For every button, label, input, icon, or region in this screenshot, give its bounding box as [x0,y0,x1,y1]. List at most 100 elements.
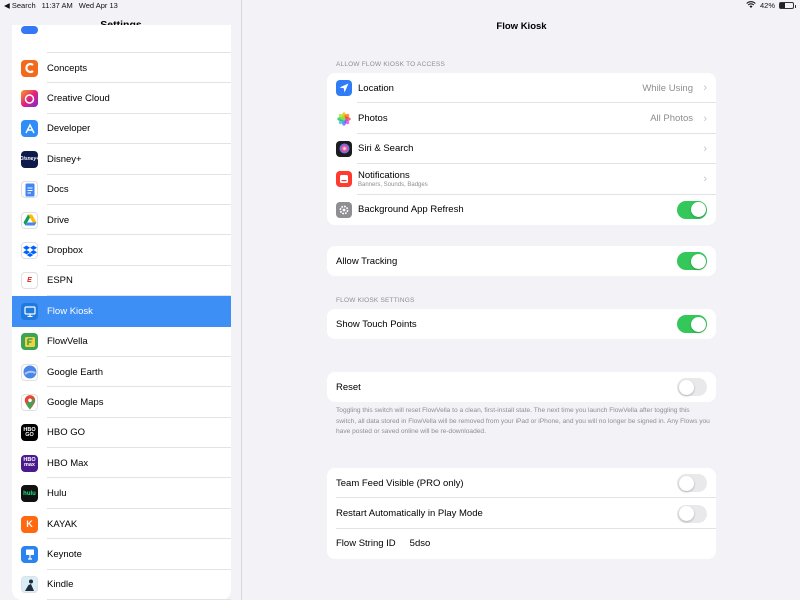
developer-icon [21,120,38,138]
sidebar-item-hulu[interactable]: hulu Hulu [12,478,231,510]
back-to-search-link[interactable]: ◀ Search [4,1,36,10]
siri-search-row[interactable]: Siri & Search › [327,134,716,165]
sidebar-item-label: Dropbox [47,245,83,257]
sidebar-item-kindle[interactable]: Kindle [12,570,231,600]
sidebar-item-label: Kindle [47,579,74,591]
photos-icon [336,110,352,127]
restart-label: Restart Automatically in Play Mode [336,508,483,520]
team-feed-toggle[interactable] [677,474,707,493]
hbo-max-icon: HBO max [21,454,38,472]
sidebar-item-label: HBO Max [47,457,89,469]
sidebar-item-label: Keynote [47,548,82,560]
access-row-label: Siri & Search [358,143,414,155]
tracking-group: Allow Tracking [327,246,716,277]
sidebar-item-partial[interactable] [12,25,231,53]
show-touch-points-label: Show Touch Points [336,318,417,330]
team-feed-label: Team Feed Visible (PRO only) [336,477,464,489]
keynote-icon [21,545,38,563]
photos-row[interactable]: Photos All Photos › [327,103,716,135]
drive-icon [21,211,38,229]
chevron-right-icon: › [703,82,707,95]
sidebar-item-label: Disney+ [47,153,82,165]
flow-string-label: Flow String ID [336,538,396,550]
sidebar-item-google-earth[interactable]: Google Earth [12,357,231,388]
access-row-sublabel: Banners, Sounds, Badges [358,182,428,189]
sidebar-item-concepts[interactable]: Concepts [12,53,231,84]
sidebar-item-creative-cloud[interactable]: Creative Cloud [12,83,231,115]
status-time: 11:37 AM [41,1,73,10]
sidebar-item-google-maps[interactable]: Google Maps [12,387,231,419]
access-row-label: Location [358,82,394,94]
docs-icon [21,181,38,199]
sidebar-item-label: Concepts [47,62,88,74]
page-title: Flow Kiosk [496,21,547,32]
sidebar-item-label: Hulu [47,488,67,500]
espn-icon: E [21,272,38,290]
notifications-row[interactable]: Notifications Banners, Sounds, Badges › [327,164,716,195]
flow-string-value[interactable]: 5dso [410,538,431,549]
allow-tracking-row: Allow Tracking [327,246,716,276]
sidebar-item-dropbox[interactable]: Dropbox [12,235,231,267]
sidebar-item-flow-kiosk[interactable]: Flow Kiosk [12,296,231,327]
restart-toggle[interactable] [677,504,707,523]
concepts-icon [21,59,38,77]
battery-percent: 42% [759,1,775,10]
dropbox-icon [21,242,38,260]
access-row-value: While Using [642,82,693,94]
sidebar-item-label: HBO GO [47,427,86,439]
access-section-header: ALLOW FLOW KIOSK TO ACCESS [336,61,445,68]
sidebar-item-hbo-max[interactable]: HBO max HBO Max [12,448,231,479]
reset-label: Reset [336,381,361,393]
sidebar-item-disney[interactable]: Disney+ Disney+ [12,144,231,175]
flow-kiosk-settings-panel: Flow Kiosk ALLOW FLOW KIOSK TO ACCESS Lo… [243,0,800,600]
show-touch-points-row: Show Touch Points [327,309,716,339]
kindle-icon [21,576,38,594]
sidebar-item-flowvella[interactable]: FlowVella [12,327,231,358]
chevron-right-icon: › [703,142,707,155]
app-list: ConceptsCreative CloudDeveloperDisney+Di… [12,25,231,600]
sidebar-item-label: Google Maps [47,396,104,408]
sidebar-item-label: ESPN [47,275,73,287]
allow-tracking-label: Allow Tracking [336,255,398,267]
status-bar: ◀ Search 11:37 AM Wed Apr 13 42% [0,0,800,12]
sidebar-item-hbo-go[interactable]: HBO GO HBO GO [12,418,231,449]
sidebar-item-kayak[interactable]: K KAYAK [12,509,231,540]
background-app-refresh-row: Background App Refresh [327,195,716,225]
hulu-icon: hulu [21,485,38,503]
settings-sidebar: Settings ConceptsCreative CloudDeveloper… [0,0,242,600]
sidebar-item-label: Drive [47,214,70,226]
flow-string-row: Flow String ID 5dso [327,529,716,559]
creative-cloud-icon [21,90,38,108]
battery-icon [779,2,796,9]
team-group: Team Feed Visible (PRO only) Restart Aut… [327,468,716,560]
sidebar-item-label: Flow Kiosk [47,305,93,317]
chevron-right-icon: › [703,173,707,186]
google-maps-icon [21,393,38,411]
show-touch-points-toggle[interactable] [677,315,707,334]
gear-icon [336,201,352,218]
team-feed-row: Team Feed Visible (PRO only) [327,468,716,499]
siri-icon [336,140,352,157]
reset-toggle[interactable] [677,378,707,397]
allow-tracking-toggle[interactable] [677,252,707,271]
notifications-icon [336,171,352,188]
location-row[interactable]: Location While Using › [327,73,716,104]
sidebar-item-espn[interactable]: E ESPN [12,266,231,297]
reset-group: Reset [327,372,716,403]
reset-footnote: Toggling this switch will reset FlowVell… [336,407,710,435]
blue-app-icon [21,26,38,34]
disney-plus-icon: Disney+ [21,150,38,168]
restart-row: Restart Automatically in Play Mode [327,498,716,530]
sidebar-item-docs[interactable]: Docs [12,175,231,206]
access-row-label: Background App Refresh [358,204,464,216]
sidebar-item-keynote[interactable]: Keynote [12,539,231,571]
background-app-refresh-toggle[interactable] [677,200,707,219]
sidebar-item-label: Docs [47,184,69,196]
sidebar-item-label: KAYAK [47,518,78,530]
google-earth-icon [21,363,38,381]
sidebar-item-drive[interactable]: Drive [12,205,231,236]
flow-kiosk-icon [21,302,38,320]
sidebar-item-developer[interactable]: Developer [12,114,231,145]
kayak-icon: K [21,515,38,533]
sidebar-item-label: Creative Cloud [47,93,110,105]
